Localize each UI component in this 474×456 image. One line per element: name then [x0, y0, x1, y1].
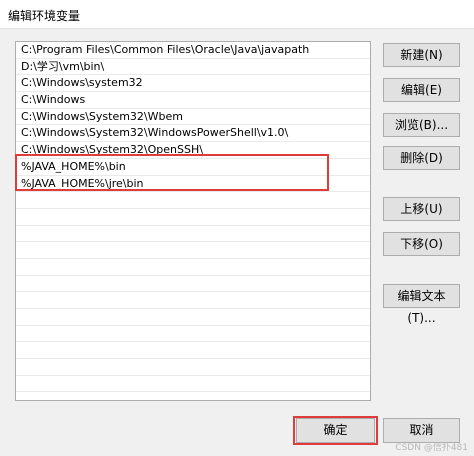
empty-row[interactable]: [16, 259, 370, 276]
title-bar: 编辑环境变量: [0, 0, 474, 29]
list-item[interactable]: C:\Windows\system32: [16, 75, 370, 93]
edit-button[interactable]: 编辑(E): [383, 78, 460, 102]
list-item[interactable]: C:\Program Files\Common Files\Oracle\Jav…: [16, 42, 370, 59]
window-title: 编辑环境变量: [8, 9, 81, 23]
empty-row[interactable]: [16, 226, 370, 243]
list-item[interactable]: C:\Windows\System32\Wbem: [16, 109, 370, 126]
empty-row[interactable]: [16, 192, 370, 209]
empty-row[interactable]: [16, 326, 370, 343]
ok-button[interactable]: 确定: [296, 418, 375, 443]
new-button[interactable]: 新建(N): [383, 43, 460, 67]
path-list[interactable]: C:\Program Files\Common Files\Oracle\Jav…: [15, 41, 371, 401]
empty-row[interactable]: [16, 376, 370, 393]
list-item[interactable]: D:\学习\vm\bin\: [16, 59, 370, 76]
empty-row[interactable]: [16, 359, 370, 376]
empty-row[interactable]: [16, 209, 370, 226]
list-item[interactable]: %JAVA_HOME%\bin: [16, 159, 370, 176]
list-item[interactable]: C:\Windows: [16, 92, 370, 109]
edit-text-button[interactable]: 编辑文本(T)...: [383, 284, 460, 325]
browse-button[interactable]: 浏览(B)...: [383, 113, 460, 137]
list-item[interactable]: C:\Windows\System32\OpenSSH\: [16, 142, 370, 159]
empty-row[interactable]: [16, 242, 370, 259]
empty-row[interactable]: [16, 309, 370, 326]
list-item[interactable]: C:\Windows\System32\WindowsPowerShell\v1…: [16, 125, 370, 143]
move-down-button[interactable]: 下移(O): [383, 232, 460, 256]
list-item[interactable]: %JAVA_HOME%\jre\bin: [16, 176, 370, 193]
move-up-button[interactable]: 上移(U): [383, 197, 460, 221]
watermark: CSDN @信扑481: [395, 443, 468, 453]
empty-row[interactable]: [16, 292, 370, 309]
empty-row[interactable]: [16, 276, 370, 293]
empty-row[interactable]: [16, 342, 370, 360]
delete-button[interactable]: 删除(D): [383, 146, 460, 170]
